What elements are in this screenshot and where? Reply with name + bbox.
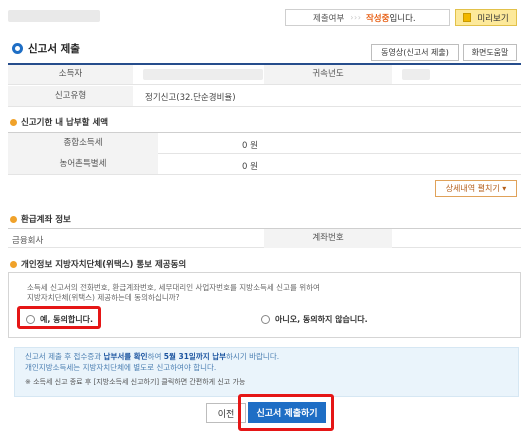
agree-highlight (17, 306, 101, 329)
page-title-text: 신고서 제출 (28, 43, 80, 55)
taxpayer-value-redacted (143, 69, 263, 80)
consent-heading-text: 개인정보 지방자치단체(위택스) 통보 제공동의 (21, 260, 187, 270)
status-label: 제출여부 (313, 13, 345, 24)
preview-button[interactable]: 미리보기 (455, 9, 517, 26)
consent-question: 소득세 신고서의 전화번호, 환급계좌번호, 세무대리인 사업자번호를 지방소득… (27, 283, 467, 303)
submit-highlight (238, 394, 334, 431)
document-icon (463, 13, 472, 22)
report-type-label: 신고유형 (8, 86, 133, 106)
consent-text-line2: 지방자치단체(위택스) 제공하는데 동의하십니까? (27, 293, 180, 302)
status-suffix: 입니다. (389, 13, 416, 24)
payment-heading-text: 신고기한 내 납부할 세액 (21, 118, 109, 128)
account-label: 계좌번호 (264, 229, 392, 248)
disagree-label[interactable]: 아니오, 동의하지 않습니다. (275, 314, 368, 325)
expand-details-button[interactable]: 상세내역 펼치기 ▾ (435, 180, 517, 197)
taxpayer-label: 소득자 (8, 65, 133, 84)
video-guide-button[interactable]: 동영상(신고서 제출) (371, 44, 459, 61)
notice-line2: 개인지방소득세는 지방자치단체에 별도로 신고하여야 합니다. (25, 363, 217, 372)
preview-label: 미리보기 (477, 13, 509, 24)
top-bar: 제출여부 › › › 작성중 입니다. 미리보기 (0, 6, 529, 28)
notice-line1: 신고서 제출 후 접수증과 납부서를 확인하여 5월 31일까지 납부하시기 바… (25, 351, 279, 362)
page-title: 신고서 제출 (12, 41, 80, 56)
report-type-row: 신고유형 정기신고(32.단순경비율) (8, 86, 521, 107)
orange-bullet-icon (10, 215, 17, 223)
notice-line1-text: 신고서 제출 후 접수증과 (25, 352, 104, 361)
notice-line1-text: 하여 (147, 352, 164, 361)
income-tax-row: 종합소득세 0 원 (8, 132, 521, 154)
notice-line1-text: 하시기 바랍니다. (226, 352, 280, 361)
income-tax-value: 0 원 (242, 141, 258, 151)
consent-heading: 개인정보 지방자치단체(위택스) 통보 제공동의 (10, 258, 186, 270)
consent-text-line1: 소득세 신고서의 전화번호, 환급계좌번호, 세무대리인 사업자번호를 지방소득… (27, 283, 320, 292)
year-value-redacted (402, 69, 430, 80)
income-tax-label: 종합소득세 (8, 133, 158, 154)
refund-account-row: 금융회사 계좌번호 (8, 228, 521, 248)
taxpayer-row: 소득자 귀속년도 (8, 65, 521, 85)
notice-box: 신고서 제출 후 접수증과 납부서를 확인하여 5월 31일까지 납부하시기 바… (14, 347, 519, 397)
refund-heading: 환급계좌 정보 (10, 213, 71, 225)
rural-tax-row: 농어촌특별세 0 원 (8, 154, 521, 175)
screen-help-button[interactable]: 화면도움말 (463, 44, 517, 61)
status-arrows-icon: › › › (350, 13, 361, 22)
bank-label: 금융회사 (12, 236, 44, 246)
section-bullet-icon (12, 43, 23, 54)
submission-status: 제출여부 › › › 작성중 입니다. (285, 9, 450, 26)
status-current: 작성중 (365, 13, 390, 24)
notice-emphasis: 납부서를 확인 (103, 352, 148, 361)
rural-tax-value: 0 원 (242, 162, 258, 172)
orange-bullet-icon (10, 118, 17, 126)
refund-heading-text: 환급계좌 정보 (21, 215, 71, 225)
notice-line3: ※ 소득세 신고 종료 후 [지방소득세 신고하기] 클릭하면 간편하게 신고 … (25, 378, 246, 386)
notice-deadline: 5월 31일까지 납부 (163, 352, 227, 361)
payment-heading: 신고기한 내 납부할 세액 (10, 116, 108, 128)
radio-circle-icon[interactable] (261, 315, 270, 324)
year-label: 귀속년도 (264, 65, 392, 84)
disagree-radio[interactable]: 아니오, 동의하지 않습니다. (261, 314, 368, 325)
orange-bullet-icon (10, 260, 17, 268)
rural-tax-label: 농어촌특별세 (8, 154, 158, 174)
redacted-page-title (8, 10, 100, 22)
report-type-value: 정기신고(32.단순경비율) (145, 93, 236, 103)
